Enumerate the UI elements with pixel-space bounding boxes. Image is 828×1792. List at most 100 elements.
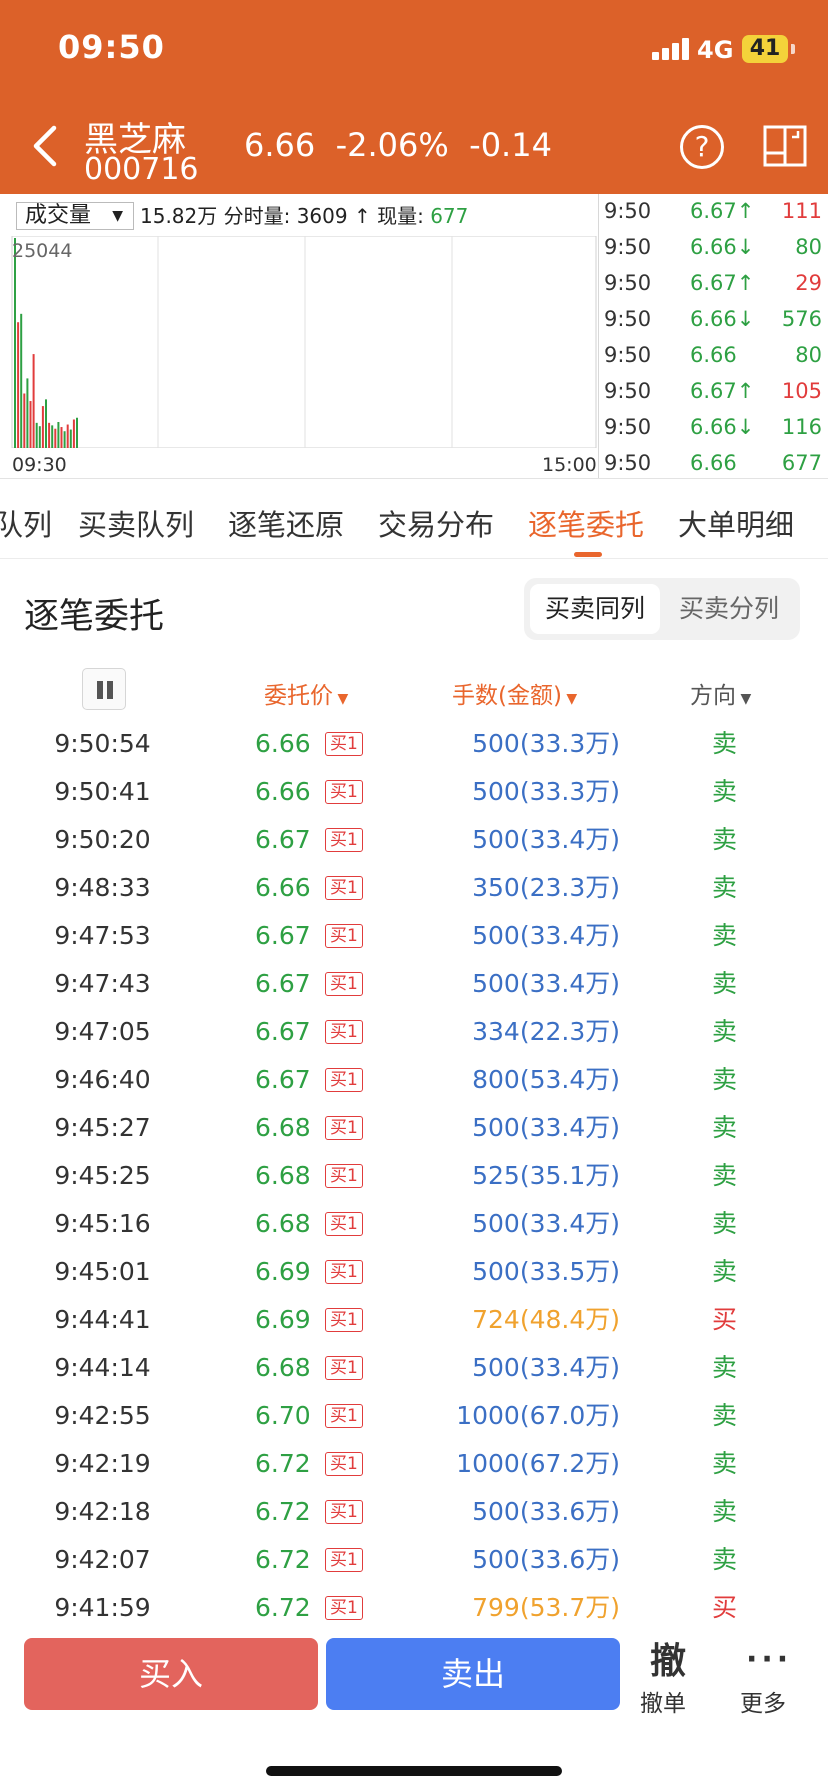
table-row[interactable]: 9:45:01 6.69 买1 500(33.5万) 卖 [0, 1250, 828, 1298]
help-icon[interactable]: ? [680, 125, 724, 169]
table-row[interactable]: 9:45:16 6.68 买1 500(33.4万) 卖 [0, 1202, 828, 1250]
tick-volume: 105 [781, 379, 822, 403]
tick-volume: 111 [781, 199, 822, 223]
signal-icon [652, 38, 690, 60]
volume-bar [29, 401, 32, 448]
row-time: 9:48:33 [54, 873, 151, 902]
table-row[interactable]: 9:47:43 6.67 买1 500(33.4万) 卖 [0, 962, 828, 1010]
row-price: 6.72 [255, 1497, 311, 1526]
row-direction: 卖 [712, 1353, 738, 1382]
tick-volume: 80 [795, 343, 822, 367]
row-price: 6.66 [255, 729, 311, 758]
volume-bar [57, 422, 60, 448]
tab-1[interactable]: 买卖队列 [78, 502, 194, 544]
tab-bar: 队列 买卖队列 逐笔还原 交易分布 逐笔委托 大单明细 [0, 480, 828, 558]
tab-5[interactable]: 大单明细 [678, 502, 794, 544]
table-row[interactable]: 9:42:18 6.72 买1 500(33.6万) 卖 [0, 1490, 828, 1538]
row-badge: 买1 [325, 1452, 363, 1476]
more-icon[interactable]: ··· [746, 1642, 792, 1677]
volume-bar [51, 425, 54, 448]
table-row[interactable]: 9:47:53 6.67 买1 500(33.4万) 卖 [0, 914, 828, 962]
tick-time: 9:50 [604, 343, 652, 367]
header-qty[interactable]: 手数(金额) ▼ [452, 676, 577, 710]
header-price-label: 委托价 [264, 683, 333, 709]
row-time: 9:44:14 [54, 1353, 151, 1382]
sell-button[interactable]: 卖出 [326, 1638, 620, 1710]
row-badge: 买1 [325, 1116, 363, 1140]
volume-selector[interactable]: 成交量 ▼ [16, 202, 134, 230]
tab-0[interactable]: 队列 [0, 502, 52, 544]
x-end-label: 15:00 [542, 454, 597, 476]
row-badge: 买1 [325, 972, 363, 996]
row-direction: 卖 [712, 1401, 738, 1430]
row-direction: 卖 [712, 921, 738, 950]
row-qty: 500(33.6万) [472, 1497, 620, 1526]
section-title: 逐笔委托 [24, 597, 165, 637]
row-direction: 卖 [712, 1065, 738, 1094]
table-row[interactable]: 9:45:27 6.68 买1 500(33.4万) 卖 [0, 1106, 828, 1154]
tab-2[interactable]: 逐笔还原 [228, 502, 344, 544]
cancel-order-label[interactable]: 撤单 [640, 1684, 686, 1718]
stock-code: 000716 [84, 152, 199, 187]
row-time: 9:47:53 [54, 921, 151, 950]
header-direction-label: 方向 [690, 683, 736, 709]
stock-change: -0.14 [469, 126, 552, 164]
table-row[interactable]: 9:45:25 6.68 买1 525(35.1万) 卖 [0, 1154, 828, 1202]
cancel-order-icon[interactable]: 撤 [648, 1632, 688, 1684]
table-row[interactable]: 9:48:33 6.66 买1 350(23.3万) 卖 [0, 866, 828, 914]
row-direction: 卖 [712, 873, 738, 902]
row-direction: 买 [712, 1305, 738, 1334]
row-price: 6.69 [255, 1305, 311, 1334]
volume-bar [63, 431, 66, 448]
x-start-label: 09:30 [12, 454, 67, 476]
row-direction: 卖 [712, 777, 738, 806]
tick-volume: 116 [781, 415, 822, 439]
table-row[interactable]: 9:50:54 6.66 买1 500(33.3万) 卖 [0, 722, 828, 770]
header-direction[interactable]: 方向 ▼ [690, 676, 751, 710]
volume-chart-svg [11, 236, 597, 448]
tab-active-indicator [574, 552, 602, 557]
more-label[interactable]: 更多 [740, 1684, 786, 1718]
pause-icon[interactable] [82, 668, 126, 710]
row-badge: 买1 [325, 732, 363, 756]
row-time: 9:45:27 [54, 1113, 151, 1142]
volume-summary: 15.82万 分时量: 3609 ↑ 现量: 677 [140, 202, 468, 230]
table-row[interactable]: 9:44:14 6.68 买1 500(33.4万) 卖 [0, 1346, 828, 1394]
table-row[interactable]: 9:50:20 6.67 买1 500(33.4万) 卖 [0, 818, 828, 866]
tab-4[interactable]: 逐笔委托 [528, 502, 644, 544]
row-price: 6.67 [255, 921, 311, 950]
row-badge: 买1 [325, 1260, 363, 1284]
row-price: 6.68 [255, 1209, 311, 1238]
tick-list: 9:50 6.67↑ 111 9:50 6.66↓ 80 9:50 6.67↑ 29 9:50 6.… [600, 194, 828, 478]
tick-volume: 677 [781, 451, 822, 475]
row-direction: 卖 [712, 1209, 738, 1238]
toggle-same-column[interactable]: 买卖同列 [530, 584, 660, 634]
row-qty: 500(33.4万) [472, 1353, 620, 1382]
table-row[interactable]: 9:42:55 6.70 买1 1000(67.0万) 卖 [0, 1394, 828, 1442]
tick-row: 9:50 6.67↑ 111 [600, 196, 828, 232]
buy-button[interactable]: 买入 [24, 1638, 318, 1710]
tick-price: 6.66↓ [690, 235, 755, 259]
toggle-split-column[interactable]: 买卖分列 [664, 584, 794, 634]
caret-down-icon: ▼ [333, 691, 349, 707]
caret-down-icon: ▼ [736, 691, 752, 707]
table-row[interactable]: 9:42:19 6.72 买1 1000(67.2万) 卖 [0, 1442, 828, 1490]
chevron-left-icon[interactable] [28, 122, 62, 170]
tick-row: 9:50 6.67↑ 105 [600, 376, 828, 412]
table-row[interactable]: 9:50:41 6.66 买1 500(33.3万) 卖 [0, 770, 828, 818]
tab-3[interactable]: 交易分布 [378, 502, 494, 544]
table-row[interactable]: 9:47:05 6.67 买1 334(22.3万) 卖 [0, 1010, 828, 1058]
tick-price: 6.66 [690, 451, 737, 475]
row-time: 9:42:19 [54, 1449, 151, 1478]
table-row[interactable]: 9:42:07 6.72 买1 500(33.6万) 卖 [0, 1538, 828, 1586]
row-qty: 500(33.3万) [472, 729, 620, 758]
table-row[interactable]: 9:46:40 6.67 买1 800(53.4万) 卖 [0, 1058, 828, 1106]
tick-price: 6.66↓ [690, 415, 755, 439]
header-price[interactable]: 委托价 ▼ [264, 676, 348, 710]
panel-switch-icon[interactable] [762, 123, 808, 169]
volume-bar [20, 313, 23, 448]
row-price: 6.66 [255, 873, 311, 902]
home-indicator[interactable] [266, 1766, 562, 1776]
tick-row: 9:50 6.67↑ 29 [600, 268, 828, 304]
table-row[interactable]: 9:44:41 6.69 买1 724(48.4万) 买 [0, 1298, 828, 1346]
